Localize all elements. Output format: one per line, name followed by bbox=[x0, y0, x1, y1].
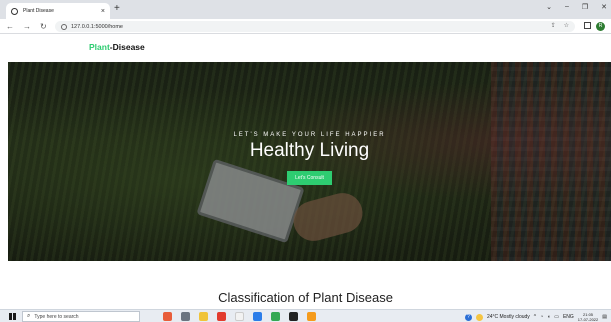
browser-tab-bar: Plant Disease × + ⌄ – ❐ ✕ bbox=[0, 0, 611, 19]
chrome-icon[interactable] bbox=[271, 312, 280, 321]
taskbar-search-placeholder: Type here to search bbox=[34, 313, 79, 320]
weather-icon[interactable] bbox=[475, 313, 483, 321]
back-icon[interactable]: ← bbox=[6, 21, 14, 32]
side-panel-icon[interactable] bbox=[584, 22, 591, 29]
tab-title: Plant Disease bbox=[23, 8, 54, 14]
widgets-icon[interactable] bbox=[163, 312, 172, 321]
share-icon[interactable]: ⇪ bbox=[551, 21, 556, 32]
brand-part-plant: Plant bbox=[89, 42, 110, 52]
maximize-button[interactable]: ❐ bbox=[582, 3, 588, 11]
weather-text[interactable]: 24°C Mostly cloudy bbox=[487, 314, 530, 320]
tab-close-button[interactable]: × bbox=[101, 8, 105, 15]
app-icon[interactable] bbox=[307, 312, 316, 321]
site-info-icon[interactable] bbox=[61, 23, 67, 30]
browser-tab[interactable]: Plant Disease × bbox=[6, 3, 110, 19]
minimize-button[interactable]: – bbox=[565, 3, 569, 11]
network-icon[interactable]: ◔ bbox=[540, 314, 543, 320]
hero-tagline: LET'S MAKE YOUR LIFE HAPPIER bbox=[233, 132, 386, 138]
url-text[interactable]: 127.0.0.1:5000/home bbox=[71, 24, 123, 30]
close-window-button[interactable]: ✕ bbox=[601, 3, 607, 11]
brand-part-disease: -Disease bbox=[109, 42, 145, 52]
tab-search-icon[interactable]: ⌄ bbox=[546, 3, 552, 11]
hero-headline: Healthy Living bbox=[249, 140, 370, 161]
notepad-icon[interactable] bbox=[235, 312, 244, 321]
tray-overflow-icon[interactable]: ^ bbox=[534, 314, 536, 320]
system-tray: ? 24°C Mostly cloudy ^ ◔ ◖ ▭ ENG 21:05 1… bbox=[464, 312, 607, 322]
section-title: Classification of Plant Disease bbox=[218, 290, 393, 305]
window-controls: ⌄ – ❐ ✕ bbox=[546, 3, 607, 11]
battery-icon[interactable]: ▭ bbox=[554, 314, 559, 320]
taskbar-search[interactable]: ⌕ Type here to search bbox=[22, 311, 140, 322]
terminal-icon[interactable] bbox=[289, 312, 298, 321]
new-tab-button[interactable]: + bbox=[114, 2, 120, 16]
address-bar: ← → ↻ 127.0.0.1:5000/home ⇪ ☆ R bbox=[0, 19, 611, 34]
bookmark-star-icon[interactable]: ☆ bbox=[564, 21, 569, 32]
reload-icon[interactable]: ↻ bbox=[40, 21, 47, 32]
clock[interactable]: 21:05 17-07-2022 bbox=[578, 312, 598, 322]
volume-icon[interactable]: ◖ bbox=[547, 314, 550, 320]
omnibox-actions: ⇪ ☆ bbox=[551, 21, 569, 32]
site-header: Plant-Disease bbox=[0, 34, 611, 62]
notification-icon[interactable]: ▤ bbox=[602, 314, 607, 320]
nav-buttons: ← → ↻ bbox=[6, 21, 47, 32]
search-icon: ⌕ bbox=[27, 313, 31, 319]
windows-start-icon[interactable] bbox=[9, 313, 16, 320]
globe-icon bbox=[11, 7, 18, 15]
file-explorer-icon[interactable] bbox=[199, 312, 208, 321]
help-icon[interactable]: ? bbox=[464, 313, 472, 321]
hero-content: LET'S MAKE YOUR LIFE HAPPIER Healthy Liv… bbox=[8, 132, 611, 185]
language-indicator[interactable]: ENG bbox=[563, 314, 574, 320]
consult-button[interactable]: Let's Consult bbox=[287, 171, 332, 185]
opera-icon[interactable] bbox=[217, 312, 226, 321]
clock-date: 17-07-2022 bbox=[577, 317, 599, 322]
hero-banner: LET'S MAKE YOUR LIFE HAPPIER Healthy Liv… bbox=[8, 62, 611, 261]
windows-taskbar: ⌕ Type here to search ? 24°C Mostly clou… bbox=[0, 309, 611, 322]
brand-logo[interactable]: Plant-Disease bbox=[89, 42, 145, 52]
edge-icon[interactable] bbox=[253, 312, 262, 321]
url-field[interactable]: 127.0.0.1:5000/home ⇪ ☆ bbox=[55, 21, 575, 32]
profile-avatar[interactable]: R bbox=[596, 22, 605, 31]
task-view-icon[interactable] bbox=[181, 312, 190, 321]
taskbar-apps bbox=[163, 312, 316, 321]
forward-icon[interactable]: → bbox=[23, 21, 31, 32]
